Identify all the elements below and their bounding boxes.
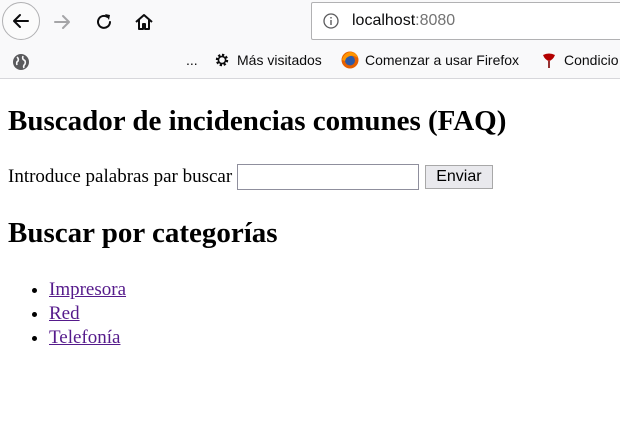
bookmark-mas-visitados[interactable]: Más visitados	[213, 51, 322, 69]
firefox-icon	[341, 51, 359, 69]
list-item: Impresora	[49, 278, 620, 302]
bookmark-label: Más visitados	[237, 52, 322, 68]
url-bar[interactable]: localhost:8080	[311, 2, 620, 40]
back-arrow-icon	[13, 14, 29, 28]
forward-button[interactable]	[48, 8, 76, 36]
bookmarks-toolbar: ... Más visitados Comenzar a usar Firefo…	[0, 48, 620, 76]
bookmark-condiciones[interactable]: Condicio	[540, 51, 618, 69]
search-form: Introduce palabras par buscar Enviar	[8, 164, 620, 190]
bookmark-icon	[540, 51, 558, 69]
category-link-red[interactable]: Red	[49, 303, 80, 324]
forward-arrow-icon	[54, 15, 70, 29]
submit-button[interactable]: Enviar	[425, 165, 493, 189]
search-input[interactable]	[237, 164, 420, 190]
reload-icon	[97, 14, 111, 29]
browser-toolbar: localhost:8080 ... Más visitados Comenza…	[0, 0, 620, 79]
url-host: localhost	[352, 12, 416, 29]
bookmark-label: Comenzar a usar Firefox	[365, 52, 520, 68]
bookmark-comenzar-firefox[interactable]: Comenzar a usar Firefox	[341, 51, 519, 69]
list-item: Red	[49, 302, 620, 326]
list-item: Telefonía	[49, 326, 620, 350]
home-button[interactable]	[130, 8, 158, 36]
page-content: Buscador de incidencias comunes (FAQ) In…	[0, 78, 620, 350]
url-text: localhost:8080	[352, 12, 455, 30]
category-link-impresora[interactable]: Impresora	[49, 279, 126, 300]
page-title: Buscador de incidencias comunes (FAQ)	[8, 105, 507, 137]
categories-heading: Buscar por categorías	[8, 217, 278, 249]
category-list: Impresora Red Telefonía	[8, 278, 620, 350]
back-button[interactable]	[2, 2, 40, 40]
globe-icon[interactable]	[12, 53, 30, 71]
bookmarks-overflow[interactable]: ...	[186, 52, 198, 68]
url-port: :8080	[415, 12, 456, 29]
gear-icon	[213, 51, 231, 69]
reload-button[interactable]	[90, 8, 118, 36]
info-icon[interactable]	[322, 12, 340, 30]
home-icon	[135, 14, 153, 30]
bookmark-label: Condicio	[564, 52, 619, 68]
search-label: Introduce palabras par buscar	[8, 166, 233, 187]
category-link-telefonia[interactable]: Telefonía	[49, 327, 120, 348]
